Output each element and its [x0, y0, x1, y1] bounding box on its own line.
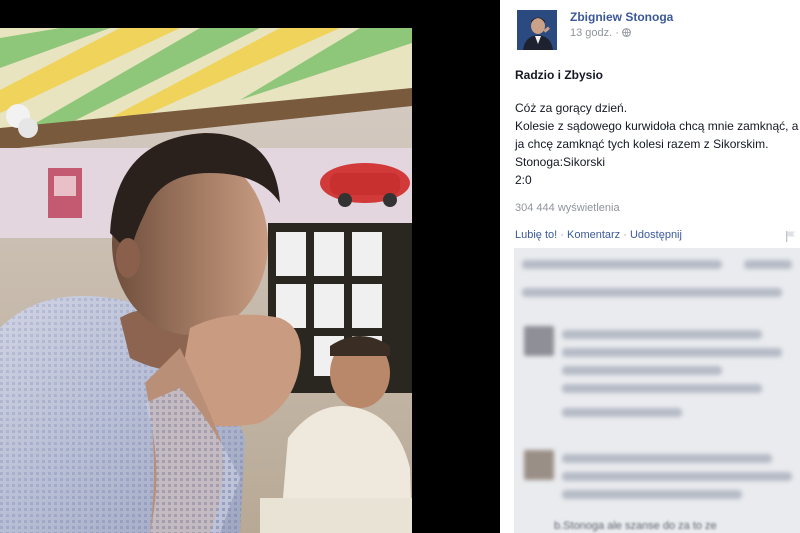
video-player[interactable]	[0, 0, 500, 533]
blurred-text	[562, 454, 772, 463]
blurred-text	[562, 384, 762, 393]
action-separator: ·	[620, 229, 630, 241]
post-body-line: Cóż za gorący dzień.	[515, 101, 628, 115]
action-separator: ·	[557, 229, 567, 241]
post-body-line: Kolesie z sądowego kurwidoła chcą mnie z…	[515, 119, 799, 133]
post-time[interactable]: 13 godz.	[570, 27, 612, 39]
meta-separator: ·	[615, 27, 622, 39]
flag-icon[interactable]	[785, 229, 797, 247]
like-link[interactable]: Lubię to!	[515, 229, 557, 241]
comments-section: b.Stonoga ale szanse do za to ze	[514, 248, 800, 533]
post-actions: Lubię to! · Komentarz · Udostępnij	[515, 229, 682, 241]
post-panel: Zbigniew Stonoga 13 godz. · Radzio i Zby…	[500, 0, 800, 533]
blurred-text	[562, 348, 782, 357]
blurred-text	[744, 260, 792, 269]
blurred-text	[522, 260, 722, 269]
comment-link[interactable]: Komentarz	[567, 229, 620, 241]
blurred-avatar	[524, 450, 554, 480]
avatar-image	[517, 10, 557, 50]
post-body-line: ja chcę zamknąć tych kolesi razem z Siko…	[515, 137, 769, 151]
blurred-text	[562, 330, 762, 339]
author-name[interactable]: Zbigniew Stonoga	[570, 10, 673, 24]
blurred-text	[562, 490, 742, 499]
post-body: Cóż za gorący dzień. Kolesie z sądowego …	[515, 99, 798, 189]
globe-icon	[622, 27, 631, 39]
post-meta: 13 godz. ·	[570, 27, 631, 39]
blurred-text	[562, 472, 792, 481]
view-count: 304 444 wyświetlenia	[515, 202, 620, 214]
avatar[interactable]	[517, 10, 557, 50]
video-frame[interactable]	[0, 28, 412, 533]
comment-fragment: b.Stonoga ale szanse do za to ze	[554, 520, 717, 532]
post-body-line: 2:0	[515, 173, 532, 187]
blurred-text	[562, 408, 682, 417]
share-link[interactable]: Udostępnij	[630, 229, 682, 241]
post-body-line: Stonoga:Sikorski	[515, 155, 606, 169]
blurred-text	[522, 288, 782, 297]
video-still-image	[0, 28, 412, 533]
blurred-text	[562, 366, 722, 375]
post-title: Radzio i Zbysio	[515, 68, 604, 82]
blurred-avatar	[524, 326, 554, 356]
